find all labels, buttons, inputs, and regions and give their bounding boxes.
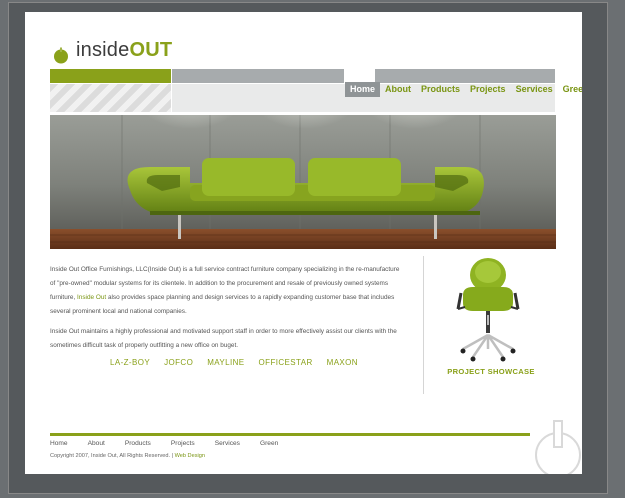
copyright: Copyright 2007, Inside Out, All Rights R… (50, 453, 205, 459)
brand-jofco[interactable]: JOFCO (164, 358, 193, 367)
office-chair-image[interactable] (453, 257, 523, 362)
hero-sofa-image (50, 115, 556, 249)
brand-officestar[interactable]: OFFICESTAR (259, 358, 313, 367)
logo-icon (54, 46, 68, 64)
nav-green[interactable]: Green (558, 82, 582, 97)
nav-products[interactable]: Products (416, 82, 465, 97)
footer-nav: Home About Products Projects Services Gr… (50, 440, 278, 447)
logo-text: insideOUT (76, 39, 172, 62)
footer-link-projects[interactable]: Projects (171, 440, 195, 447)
intro-paragraph-2: Inside Out maintains a highly profession… (50, 328, 397, 349)
header-stripes (50, 84, 171, 112)
project-showcase-label[interactable]: PROJECT SHOWCASE (443, 367, 539, 376)
header-bar-gray-right (375, 69, 555, 83)
main-nav: Home About Products Projects Services Gr… (345, 82, 582, 97)
footer-divider (50, 433, 530, 436)
header-bar-gray (172, 69, 344, 83)
copyright-text: Copyright 2007, Inside Out, All Rights R… (50, 453, 174, 459)
nav-projects[interactable]: Projects (465, 82, 511, 97)
footer-link-services[interactable]: Services (215, 440, 240, 447)
logo-word-inside: inside (76, 39, 130, 61)
nav-services[interactable]: Services (511, 82, 558, 97)
intro-text: Inside Out Office Furnishings, LLC(Insid… (50, 263, 405, 359)
power-logo-watermark-icon (535, 420, 581, 474)
inside-out-link[interactable]: Inside Out (77, 294, 106, 301)
footer-link-green[interactable]: Green (260, 440, 278, 447)
intro-paragraph-1: Inside Out Office Furnishings, LLC(Insid… (50, 263, 405, 319)
nav-home[interactable]: Home (345, 82, 381, 97)
logo-word-out: OUT (129, 39, 173, 61)
web-design-link[interactable]: Web Design (175, 453, 205, 459)
footer-link-home[interactable]: Home (50, 440, 68, 447)
footer-link-about[interactable]: About (88, 440, 105, 447)
brand-maxon[interactable]: MAXON (327, 358, 358, 367)
header-bar-green (50, 69, 171, 83)
nav-about[interactable]: About (380, 82, 416, 97)
brand-mayline[interactable]: MAYLINE (207, 358, 244, 367)
vertical-divider (423, 256, 424, 394)
brand-la-z-boy[interactable]: LA-Z-BOY (110, 358, 150, 367)
brand-list: LA-Z-BOY JOFCO MAYLINE OFFICESTAR MAXON (110, 358, 358, 367)
footer-link-products[interactable]: Products (125, 440, 151, 447)
web-page: insideOUT Home About Products Projects S… (25, 12, 582, 474)
